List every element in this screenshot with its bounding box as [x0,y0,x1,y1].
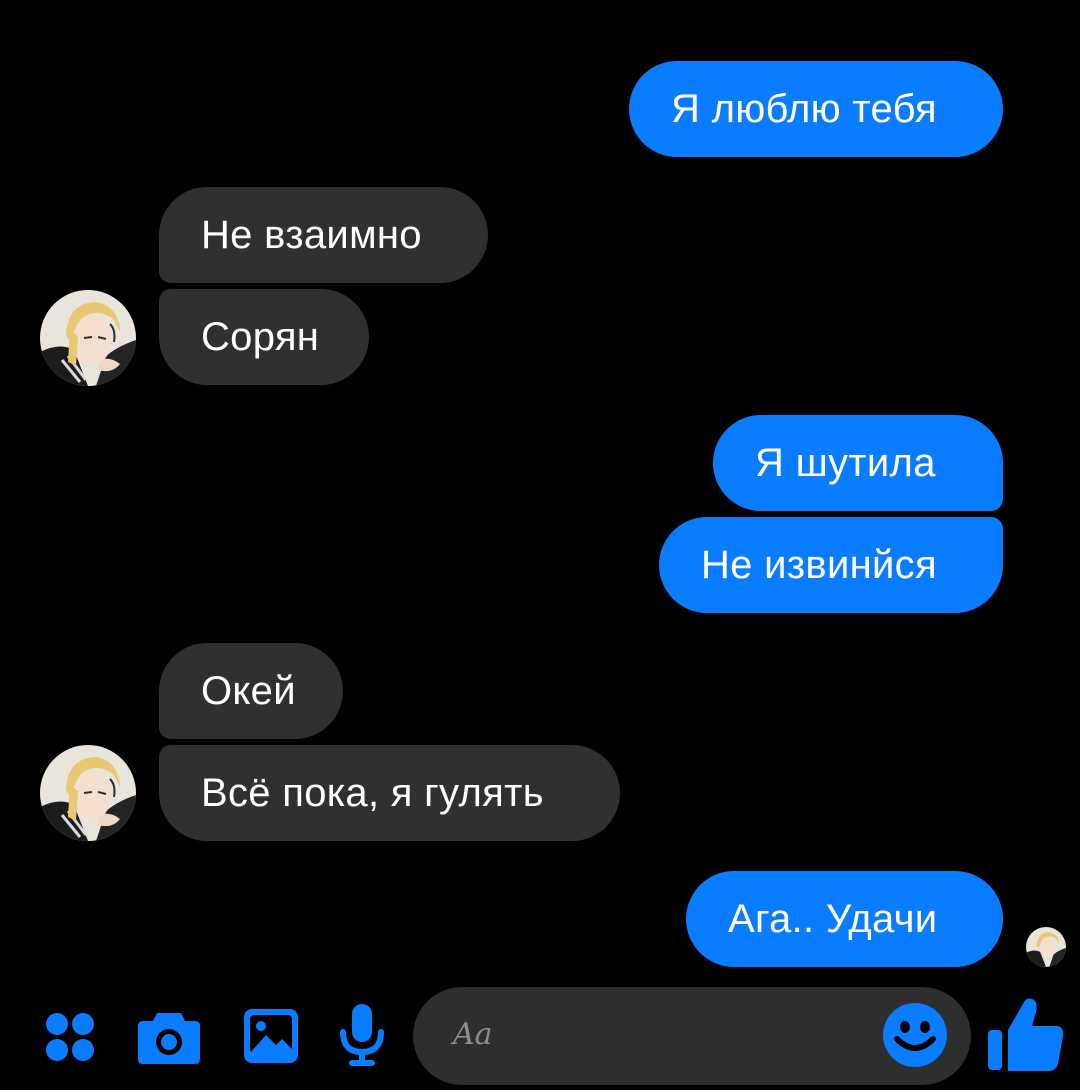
avatar-portrait-icon [40,745,136,841]
microphone-icon [340,1004,384,1066]
apps-grid-button[interactable] [44,1011,96,1063]
outgoing-message[interactable]: Я шутила [713,415,1003,511]
gallery-button[interactable] [242,1007,300,1065]
gallery-icon [244,1009,298,1063]
contact-avatar[interactable] [40,745,136,841]
contact-avatar[interactable] [40,290,136,386]
microphone-button[interactable] [339,1002,385,1068]
camera-button[interactable] [137,1007,201,1065]
incoming-message[interactable]: Сорян [159,289,369,385]
seen-receipt-avatar [1026,927,1066,967]
incoming-message[interactable]: Окей [159,643,343,739]
message-input-placeholder: Aa [453,1017,493,1052]
incoming-message[interactable]: Всё пока, я гулять [159,745,620,841]
avatar-portrait-icon [1026,927,1066,967]
outgoing-message[interactable]: Я люблю тебя [629,61,1003,157]
emoji-icon [883,1003,947,1067]
outgoing-message[interactable]: Не извинйся [659,517,1003,613]
camera-icon [138,1013,200,1064]
outgoing-message[interactable]: Ага.. Удачи [686,871,1003,967]
message-input[interactable]: Aa [413,987,971,1085]
incoming-message[interactable]: Не взаимно [159,187,488,283]
avatar-portrait-icon [40,290,136,386]
messenger-chat-screen: Я люблю тебя Не взаимно Сорян Я шутила Н… [0,0,1080,1090]
emoji-button[interactable] [881,1001,949,1074]
apps-grid-icon [46,1013,94,1061]
thumbs-up-icon [988,998,1064,1071]
like-button[interactable] [986,996,1066,1074]
